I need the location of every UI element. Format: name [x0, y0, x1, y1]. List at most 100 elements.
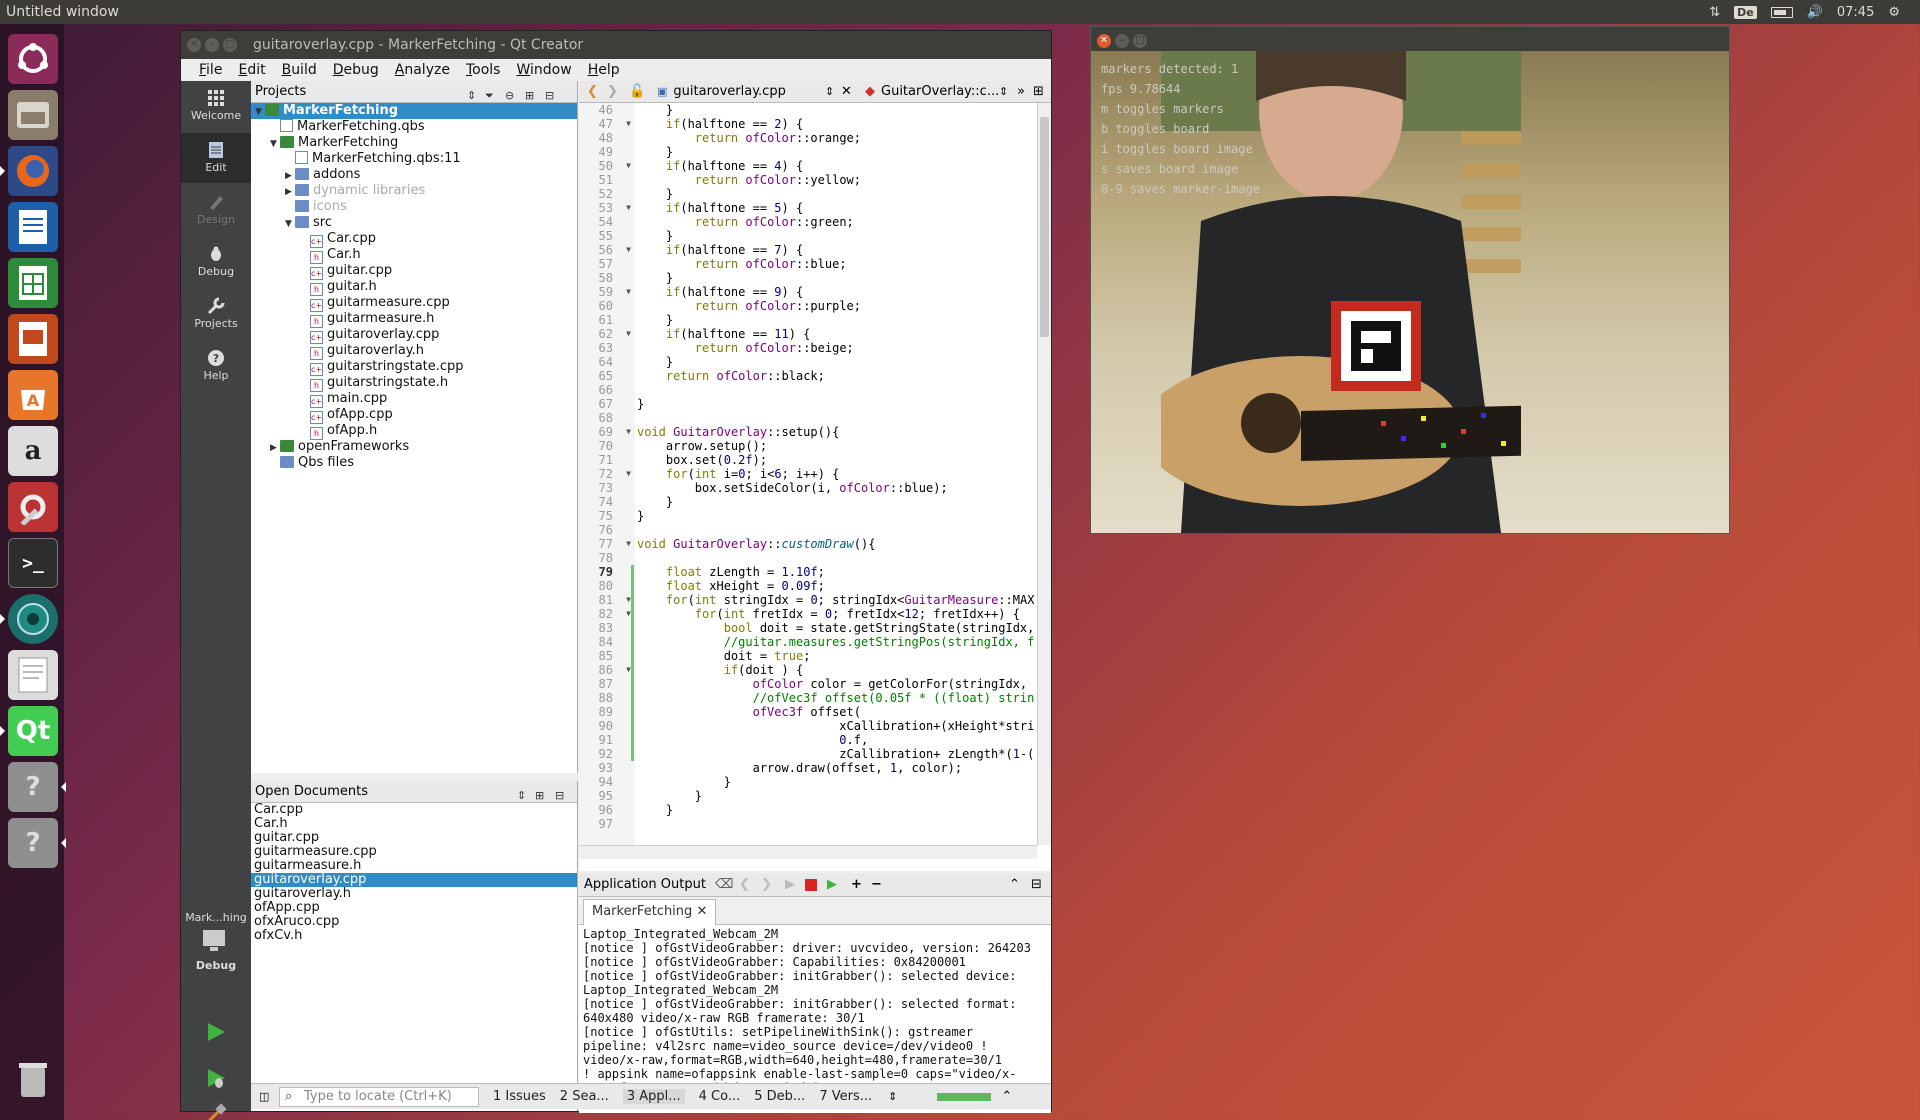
tree-item[interactable]: icons: [251, 199, 577, 215]
code-line[interactable]: if(halftone == 7) {: [637, 243, 1037, 257]
network-icon[interactable]: ⇅: [1709, 5, 1720, 20]
tree-item[interactable]: Qbs files: [251, 455, 577, 471]
mode-design[interactable]: Design: [181, 185, 251, 235]
tree-item[interactable]: h ofApp.h: [251, 423, 577, 440]
close-pane-icon[interactable]: ⊟: [1031, 873, 1042, 897]
tree-item[interactable]: c+ guitaroverlay.cpp: [251, 327, 577, 344]
tree-item[interactable]: c+ guitar.cpp: [251, 263, 577, 280]
open-document-item[interactable]: Car.h: [251, 817, 577, 831]
open-documents-list[interactable]: Car.cpp Car.h guitar.cpp guitarmeasure.cpp g…: [251, 803, 577, 943]
code-line[interactable]: }: [637, 229, 1037, 243]
code-line[interactable]: return ofColor::black;: [637, 369, 1037, 383]
fold-marker-icon[interactable]: ▼: [626, 159, 631, 173]
code-line[interactable]: }: [637, 145, 1037, 159]
open-document-item[interactable]: ofxCv.h: [251, 929, 577, 943]
clear-output-icon[interactable]: ⌫: [715, 873, 733, 897]
code-line[interactable]: if(halftone == 4) {: [637, 159, 1037, 173]
toggle-sidebar-icon[interactable]: ◫: [259, 1090, 269, 1103]
zoom-in-icon[interactable]: +: [851, 873, 862, 897]
code-line[interactable]: }: [637, 187, 1037, 201]
tree-item[interactable]: ▼ src: [251, 215, 577, 231]
stop-icon[interactable]: [805, 879, 817, 891]
close-icon[interactable]: ✕: [1097, 34, 1111, 48]
menu-help[interactable]: Help: [580, 62, 628, 78]
tree-item[interactable]: c+ Car.cpp: [251, 231, 577, 248]
tree-item[interactable]: c+ ofApp.cpp: [251, 407, 577, 424]
run-icon[interactable]: [205, 1021, 227, 1046]
code-line[interactable]: //guitar.measures.getStringPos(stringIdx…: [637, 635, 1037, 649]
settings-gear-icon[interactable]: ⚙: [1888, 5, 1900, 20]
terminal-icon[interactable]: >_: [8, 538, 58, 588]
code-line[interactable]: 0.f,: [637, 733, 1037, 747]
code-line[interactable]: arrow.setup();: [637, 439, 1037, 453]
tree-item[interactable]: h guitaroverlay.h: [251, 343, 577, 360]
code-area[interactable]: 46 47 ▼ 48 49 50 ▼ 51 52 53 ▼ 54 55 56 ▼ 57 58 59 ▼ 60 61 62 ▼…: [579, 103, 1037, 845]
menu-debug[interactable]: Debug: [325, 62, 387, 78]
tree-item[interactable]: ▶ dynamic libraries: [251, 183, 577, 199]
tree-item[interactable]: ▼ MarkerFetching: [251, 103, 577, 119]
expand-arrow-icon[interactable]: ▼: [285, 216, 295, 232]
sort-arrows-icon[interactable]: ⇕: [825, 81, 834, 103]
open-document-item[interactable]: guitaroverlay.cpp: [251, 873, 577, 887]
fold-marker-icon[interactable]: ▼: [626, 537, 631, 551]
code-line[interactable]: }: [637, 803, 1037, 817]
close-document-icon[interactable]: ✕: [841, 81, 852, 103]
code-line[interactable]: }: [637, 509, 1037, 523]
code-line[interactable]: return ofColor::blue;: [637, 257, 1037, 271]
close-tab-icon[interactable]: ✕: [696, 904, 707, 919]
split-icon[interactable]: ⊞: [1033, 81, 1044, 103]
code-line[interactable]: ofVec3f offset(: [637, 705, 1037, 719]
symbol-selector[interactable]: GuitarOverlay::c...: [881, 81, 999, 103]
code-line[interactable]: [637, 523, 1037, 537]
attach-debugger-icon[interactable]: ▶: [827, 873, 837, 897]
file-selector[interactable]: ▣ guitaroverlay.cpp: [657, 81, 786, 103]
code-line[interactable]: }: [637, 313, 1037, 327]
open-document-item[interactable]: ofxAruco.cpp: [251, 915, 577, 929]
code-line[interactable]: if(halftone == 2) {: [637, 117, 1037, 131]
menu-file[interactable]: File: [191, 62, 230, 78]
code-line[interactable]: return ofColor::yellow;: [637, 173, 1037, 187]
code-line[interactable]: float zLength = 1.10f;: [637, 565, 1037, 579]
open-documents-selector[interactable]: Open Documents: [255, 784, 368, 799]
monitor-icon[interactable]: [201, 929, 231, 953]
tree-item[interactable]: ▼ MarkerFetching: [251, 135, 577, 151]
fold-marker-icon[interactable]: ▼: [626, 425, 631, 439]
files-icon[interactable]: [8, 90, 58, 140]
status-tab-debugger-console[interactable]: 5 Deb...: [754, 1089, 805, 1104]
collapse-arrow-icon[interactable]: ▶: [270, 440, 280, 456]
code-line[interactable]: for(int stringIdx = 0; stringIdx<GuitarM…: [637, 593, 1037, 607]
code-line[interactable]: void GuitarOverlay::customDraw(){: [637, 537, 1037, 551]
tree-item[interactable]: ▶ addons: [251, 167, 577, 183]
status-tab-compile-output[interactable]: 4 Co...: [699, 1089, 741, 1104]
open-document-item[interactable]: guitarmeasure.h: [251, 859, 577, 873]
menu-window[interactable]: Window: [508, 62, 579, 78]
menu-tools[interactable]: Tools: [458, 62, 509, 78]
output-tab-markerfetching[interactable]: MarkerFetching ✕: [583, 899, 717, 925]
scroll-thumb[interactable]: [1040, 117, 1049, 337]
source-text[interactable]: } if(halftone == 2) { return ofColor::or…: [637, 103, 1037, 831]
qt-icon[interactable]: Qt: [0, 706, 58, 756]
battery-icon[interactable]: [1770, 6, 1793, 18]
trash-icon[interactable]: [8, 1054, 58, 1104]
code-line[interactable]: for(int i=0; i<6; i++) {: [637, 467, 1037, 481]
editor-vertical-scrollbar[interactable]: [1037, 103, 1051, 845]
next-item-icon[interactable]: ❯: [761, 873, 772, 897]
expand-arrow-icon[interactable]: ▼: [270, 136, 280, 152]
projects-view-selector[interactable]: Projects: [255, 84, 306, 99]
collapse-arrow-icon[interactable]: ▶: [285, 168, 295, 184]
close-icon[interactable]: ✕: [187, 38, 201, 52]
code-line[interactable]: return ofColor::orange;: [637, 131, 1037, 145]
software-center-icon[interactable]: A: [8, 370, 58, 420]
open-document-item[interactable]: guitar.cpp: [251, 831, 577, 845]
tree-item[interactable]: h guitarmeasure.h: [251, 311, 577, 328]
code-line[interactable]: float xHeight = 0.09f;: [637, 579, 1037, 593]
code-line[interactable]: }: [637, 103, 1037, 117]
previous-item-icon[interactable]: ❮: [739, 873, 750, 897]
code-line[interactable]: if(doit ) {: [637, 663, 1037, 677]
expand-arrow-icon[interactable]: ▼: [255, 104, 265, 120]
locator-input[interactable]: ⌕ Type to locate (Ctrl+K): [279, 1086, 479, 1107]
minimize-icon[interactable]: –: [1115, 34, 1129, 48]
volume-icon[interactable]: 🔊: [1807, 5, 1823, 20]
minimize-icon[interactable]: –: [205, 38, 219, 52]
sort-arrows-icon[interactable]: ⇕: [517, 785, 526, 807]
